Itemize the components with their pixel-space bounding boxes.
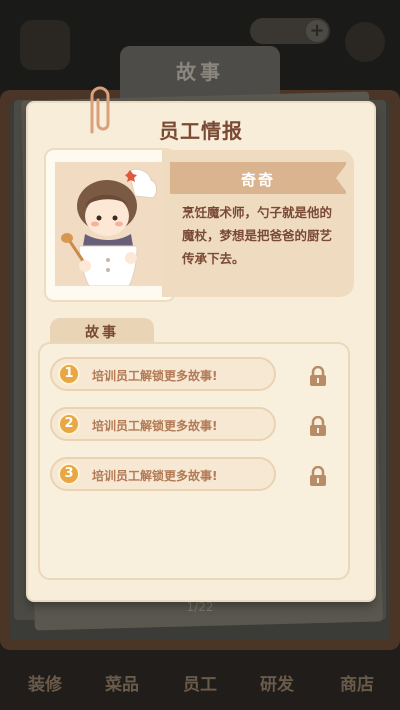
nav-tab-dishes: 菜品 <box>105 675 139 695</box>
lock-icon <box>310 416 326 436</box>
story-number-badge: 1 <box>58 363 80 385</box>
staff-name: 奇奇 <box>240 171 275 189</box>
nav-tab-research: 研发 <box>260 675 294 695</box>
nav-tab-shop: 商店 <box>340 675 374 695</box>
nav-tab-staff: 员工 <box>183 675 217 695</box>
currency-counter: + <box>250 18 330 44</box>
story-text: 培训员工解锁更多故事! <box>92 369 218 383</box>
story-number-badge: 2 <box>58 413 80 435</box>
paperclip-icon <box>90 86 110 134</box>
nav-tab-decor: 装修 <box>28 675 62 695</box>
story-text: 培训员工解锁更多故事! <box>92 419 218 433</box>
story-number-badge: 3 <box>58 463 80 485</box>
staff-description: 烹饪魔术师，勺子就是他的魔杖，梦想是把爸爸的厨艺传承下去。 <box>182 205 333 266</box>
window-title: 故事 <box>176 60 224 84</box>
story-text: 培训员工解锁更多故事! <box>92 469 218 483</box>
story-item-1[interactable]: 1 培训员工解锁更多故事! <box>50 357 276 391</box>
lock-icon <box>310 466 326 486</box>
story-item-2[interactable]: 2 培训员工解锁更多故事! <box>50 407 276 441</box>
tab-story-label: 故事 <box>85 325 119 341</box>
menu-icon <box>20 20 70 70</box>
page-indicator: 1/22 <box>186 600 214 614</box>
lock-icon <box>310 366 326 386</box>
settings-icon <box>345 22 385 62</box>
plus-icon: + <box>306 20 328 42</box>
story-item-3[interactable]: 3 培训员工解锁更多故事! <box>50 457 276 491</box>
portrait <box>55 162 167 287</box>
chef-avatar-icon <box>55 162 167 287</box>
